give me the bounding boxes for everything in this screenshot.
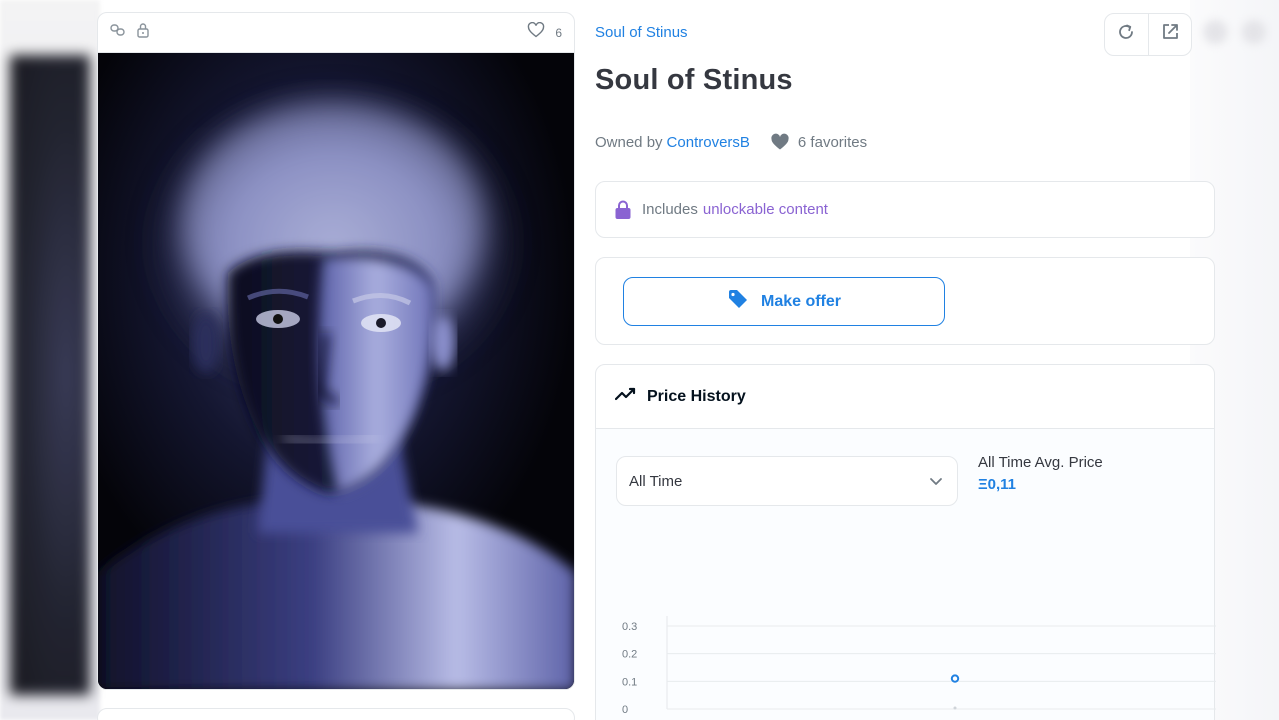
- offer-card: Make offer: [595, 257, 1215, 345]
- owner-link[interactable]: ControversB: [667, 134, 750, 151]
- unlockable-prefix: Includes: [642, 201, 698, 218]
- item-toolbar: [1104, 13, 1192, 56]
- open-external-button[interactable]: [1147, 14, 1192, 55]
- collection-link[interactable]: Soul of Stinus: [595, 24, 688, 41]
- link-chain-icon[interactable]: [110, 23, 126, 42]
- artwork-image[interactable]: [98, 53, 574, 689]
- favorites-count: 6: [555, 25, 562, 40]
- x-tick-mark: [953, 706, 957, 710]
- price-history-card: Price History All Time All Time Avg. Pri…: [595, 364, 1216, 720]
- price-history-title: Price History: [647, 387, 746, 405]
- avg-price-label: All Time Avg. Price: [978, 454, 1103, 471]
- artwork-header: 6: [98, 13, 574, 53]
- lock-filled-icon: [614, 200, 632, 220]
- y-tick-label: 0.3: [622, 621, 637, 633]
- item-title: Soul of Stinus: [595, 64, 793, 96]
- price-chart-svg: 00.10.20.33/31: [622, 616, 1216, 716]
- refresh-button[interactable]: [1105, 14, 1148, 55]
- time-range-value: All Time: [629, 472, 683, 490]
- price-history-header[interactable]: Price History: [596, 365, 1214, 429]
- chevron-down-icon: [929, 473, 943, 490]
- lock-icon: [136, 22, 150, 43]
- price-history-chart: 00.10.20.33/31: [596, 539, 1216, 720]
- artwork-card: 6: [97, 12, 575, 690]
- unlockable-content-card: Includes unlockable content: [595, 181, 1215, 238]
- y-tick-label: 0.2: [622, 649, 637, 661]
- owner-row: Owned by ControversB 6 favorites: [595, 133, 867, 151]
- make-offer-button[interactable]: Make offer: [623, 277, 945, 326]
- external-link-icon: [1160, 22, 1180, 47]
- trending-line-icon: [614, 387, 637, 406]
- time-range-select[interactable]: All Time: [616, 456, 958, 506]
- y-tick-label: 0.1: [622, 676, 637, 688]
- owned-by-label: Owned by: [595, 133, 663, 151]
- background-blur-left: [0, 0, 100, 720]
- price-data-point[interactable]: [950, 674, 960, 683]
- favorites-label[interactable]: 6 favorites: [798, 134, 867, 151]
- unlockable-content-link[interactable]: unlockable content: [703, 201, 828, 218]
- y-tick-label: 0: [622, 704, 628, 716]
- favorite-heart-icon[interactable]: [527, 21, 545, 43]
- artwork-description-card: [97, 708, 575, 720]
- price-tag-icon: [727, 289, 749, 314]
- price-history-body: All Time All Time Avg. Price Ξ0,11 0 0.1 0…: [596, 429, 1216, 720]
- heart-filled-icon: [770, 133, 790, 151]
- make-offer-label: Make offer: [760, 292, 842, 310]
- refresh-icon: [1116, 22, 1136, 47]
- avg-price-value: Ξ0,11: [978, 476, 1017, 493]
